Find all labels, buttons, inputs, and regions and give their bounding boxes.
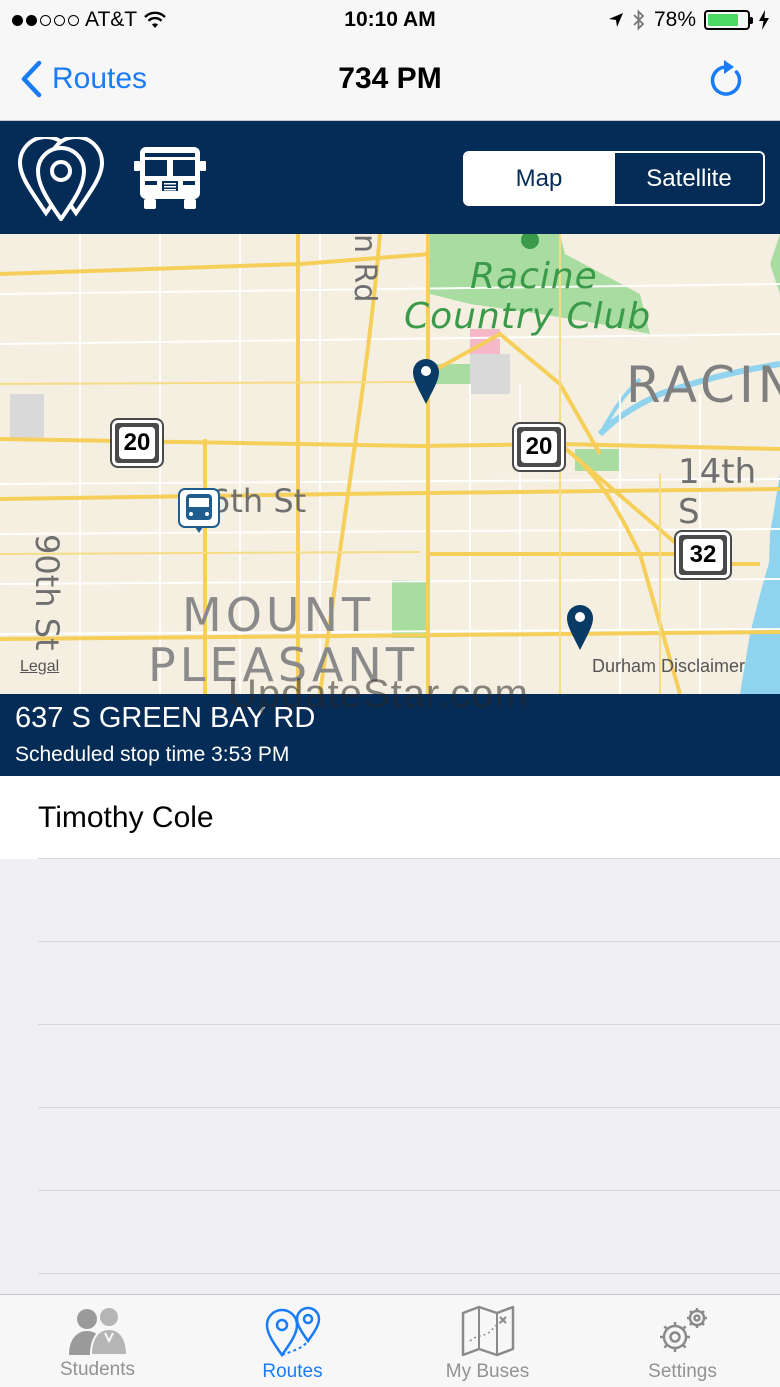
status-right: 78% — [608, 8, 770, 32]
routes-icon — [265, 1306, 320, 1357]
charging-icon — [759, 10, 769, 30]
status-bar: AT&T 10:10 AM 78% — [0, 0, 780, 40]
stops-button[interactable] — [16, 135, 106, 226]
map-label-16th-street: 6th St — [210, 482, 307, 520]
empty-list-rows — [38, 859, 780, 1274]
stop-pin-icon[interactable] — [566, 604, 594, 650]
gear-icon — [659, 1308, 707, 1352]
tab-label: My Buses — [445, 1361, 530, 1382]
tab-bar: Students Routes My Buses Settings — [0, 1294, 780, 1387]
map-label-14th-street: 14th S — [678, 452, 757, 532]
tab-label: Settings — [648, 1361, 717, 1382]
battery-icon — [704, 10, 753, 30]
map-label-durham: Durham Disclaimer — [592, 656, 746, 676]
map-icon — [461, 1305, 514, 1357]
map-label-90th-street: 90th St — [28, 534, 66, 651]
empty-row — [38, 1025, 780, 1108]
empty-row — [38, 942, 780, 1025]
refresh-button[interactable] — [706, 58, 746, 107]
list-item[interactable]: Timothy Cole — [0, 776, 780, 859]
stop-pin-icon[interactable] — [412, 358, 440, 404]
tab-label: Routes — [262, 1361, 323, 1382]
watermark: UpdateStar.com — [228, 672, 529, 716]
map-legal-link[interactable]: Legal — [20, 658, 59, 676]
satellite-segment[interactable]: Satellite — [613, 153, 763, 204]
tab-my-buses[interactable]: My Buses — [390, 1295, 585, 1387]
battery-percent: 78% — [653, 8, 696, 31]
tab-routes[interactable]: Routes — [195, 1295, 390, 1387]
map-label-city: RACIN — [626, 356, 780, 414]
location-arrow-icon — [608, 13, 623, 27]
tab-settings[interactable]: Settings — [585, 1295, 780, 1387]
highway-shield-20-west: 20 — [110, 418, 164, 468]
map-segment[interactable]: Map — [465, 153, 613, 204]
empty-row — [38, 1191, 780, 1274]
students-icon — [68, 1306, 128, 1355]
map-label-club-line1: Racine — [470, 256, 598, 297]
refresh-icon — [710, 60, 742, 96]
route-map[interactable]: Racine Country Club RACIN 14th S 6th St … — [0, 234, 780, 694]
highway-shield-label: 32 — [683, 539, 723, 571]
map-label-road: n Rd — [347, 234, 382, 303]
map-label-area-line1: MOUNT — [182, 588, 375, 642]
empty-row — [38, 859, 780, 942]
map-pins-icon — [17, 135, 105, 223]
highway-shield-20-east: 20 — [512, 422, 566, 472]
tab-students[interactable]: Students — [0, 1295, 195, 1387]
bus-icon — [134, 147, 206, 209]
bus-button[interactable] — [134, 145, 206, 216]
stop-scheduled-time: Scheduled stop time 3:53 PM — [15, 743, 290, 766]
map-label-club-line2: Country Club — [404, 296, 652, 337]
highway-shield-label: 20 — [119, 427, 155, 459]
navigation-bar: Routes 734 PM — [0, 40, 780, 121]
tab-label: Students — [60, 1359, 135, 1380]
highway-shield-label: 20 — [521, 431, 557, 463]
page-title: 734 PM — [338, 62, 442, 95]
student-list: Timothy Cole — [0, 776, 780, 859]
bluetooth-icon — [633, 9, 645, 31]
empty-row — [38, 1108, 780, 1191]
highway-shield-32: 32 — [674, 530, 732, 580]
bus-location-marker-icon[interactable] — [178, 488, 220, 534]
map-type-toggle: Map Satellite — [463, 151, 765, 206]
